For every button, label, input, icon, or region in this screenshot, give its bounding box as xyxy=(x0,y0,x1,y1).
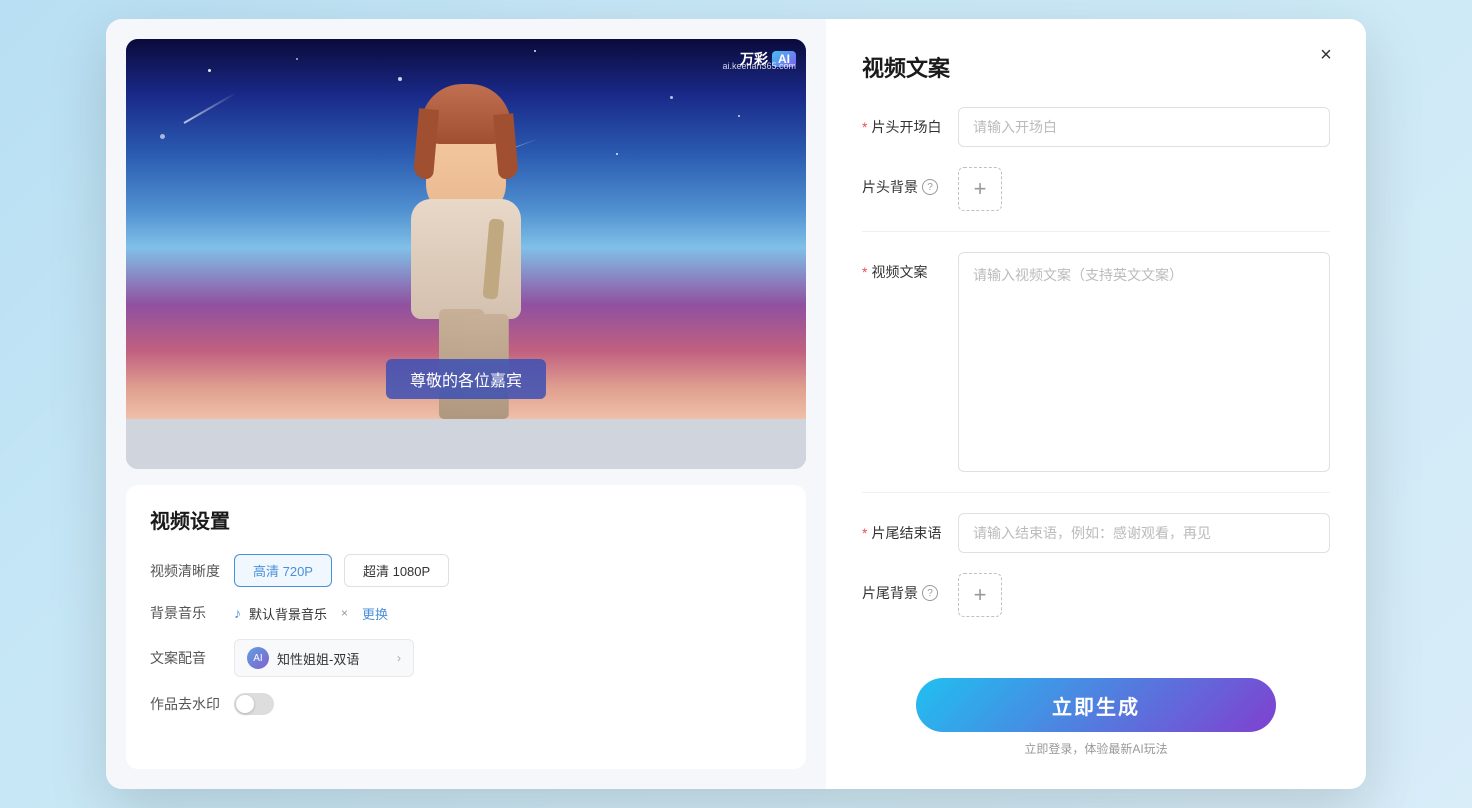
ending-row: * 片尾结束语 xyxy=(862,513,1330,553)
video-copy-textarea[interactable] xyxy=(958,252,1330,472)
voice-row: 文案配音 AI 知性姐姐-双语 › xyxy=(150,639,782,677)
toggle-knob xyxy=(236,695,254,713)
divider-1 xyxy=(862,231,1330,232)
video-copy-label-text: 视频文案 xyxy=(871,262,927,282)
opening-input[interactable] xyxy=(958,107,1330,147)
music-info: ♪ 默认背景音乐 × 更换 xyxy=(234,604,388,623)
voice-selector[interactable]: AI 知性姐姐-双语 › xyxy=(234,639,414,677)
footer-bg-row: 片尾背景 ? + xyxy=(862,573,1330,617)
panel-title: 视频文案 xyxy=(862,51,1330,83)
modal: 万彩 AI ai.keehan365.com xyxy=(106,19,1366,789)
music-name: 默认背景音乐 xyxy=(249,604,327,623)
voice-avatar: AI xyxy=(247,647,269,669)
generate-hint: 立即登录，体验最新AI玩法 xyxy=(1024,740,1167,757)
opening-row: * 片头开场白 xyxy=(862,107,1330,147)
header-bg-row: 片头背景 ? + xyxy=(862,167,1330,211)
modal-overlay: 万彩 AI ai.keehan365.com xyxy=(0,0,1472,808)
watermark-url: ai.keehan365.com xyxy=(722,61,796,71)
opening-required-mark: * xyxy=(862,119,867,135)
footer-bg-label-text: 片尾背景 xyxy=(862,583,918,603)
generate-button[interactable]: 立即生成 xyxy=(916,678,1276,732)
divider-2 xyxy=(862,492,1330,493)
footer-bg-help-icon[interactable]: ? xyxy=(922,585,938,601)
ending-label: * 片尾结束语 xyxy=(862,513,942,543)
generate-section: 立即生成 立即登录，体验最新AI玩法 xyxy=(862,678,1330,757)
quality-label: 视频清晰度 xyxy=(150,561,222,581)
left-panel: 万彩 AI ai.keehan365.com xyxy=(106,19,826,789)
voice-chevron-icon: › xyxy=(397,651,401,665)
video-copy-label: * 视频文案 xyxy=(862,252,942,282)
opening-label: * 片头开场白 xyxy=(862,107,942,137)
quality-1080p-button[interactable]: 超清 1080P xyxy=(344,554,449,587)
video-subtitle: 尊敬的各位嘉宾 xyxy=(386,359,546,399)
ending-input[interactable] xyxy=(958,513,1330,553)
quality-720p-button[interactable]: 高清 720P xyxy=(234,554,332,587)
header-bg-add-button[interactable]: + xyxy=(958,167,1002,211)
header-bg-label: 片头背景 ? xyxy=(862,167,942,197)
music-note-icon: ♪ xyxy=(234,605,241,621)
voice-label: 文案配音 xyxy=(150,648,222,668)
footer-bg-add-button[interactable]: + xyxy=(958,573,1002,617)
music-row: 背景音乐 ♪ 默认背景音乐 × 更换 xyxy=(150,603,782,623)
video-bottom-bar xyxy=(126,419,806,469)
header-bg-help-icon[interactable]: ? xyxy=(922,179,938,195)
right-panel: × 视频文案 * 片头开场白 片头背景 ? + xyxy=(826,19,1366,789)
ending-required-mark: * xyxy=(862,525,867,541)
header-bg-label-text: 片头背景 xyxy=(862,177,918,197)
video-copy-row: * 视频文案 xyxy=(862,252,1330,472)
music-change-button[interactable]: 更换 xyxy=(362,604,388,623)
video-copy-required-mark: * xyxy=(862,264,867,280)
watermark-row: 作品去水印 xyxy=(150,693,782,715)
watermark-toggle[interactable] xyxy=(234,693,274,715)
video-preview: 万彩 AI ai.keehan365.com xyxy=(126,39,806,469)
voice-name: 知性姐姐-双语 xyxy=(277,649,359,668)
footer-bg-label: 片尾背景 ? xyxy=(862,573,942,603)
ending-label-text: 片尾结束语 xyxy=(871,523,941,543)
music-remove-button[interactable]: × xyxy=(335,604,354,622)
settings-section: 视频设置 视频清晰度 高清 720P 超清 1080P 背景音乐 ♪ 默认背景音… xyxy=(126,485,806,769)
close-button[interactable]: × xyxy=(1310,39,1342,71)
quality-row: 视频清晰度 高清 720P 超清 1080P xyxy=(150,554,782,587)
music-label: 背景音乐 xyxy=(150,603,222,623)
settings-title: 视频设置 xyxy=(150,505,782,534)
opening-label-text: 片头开场白 xyxy=(871,117,941,137)
watermark-label: 作品去水印 xyxy=(150,694,222,714)
